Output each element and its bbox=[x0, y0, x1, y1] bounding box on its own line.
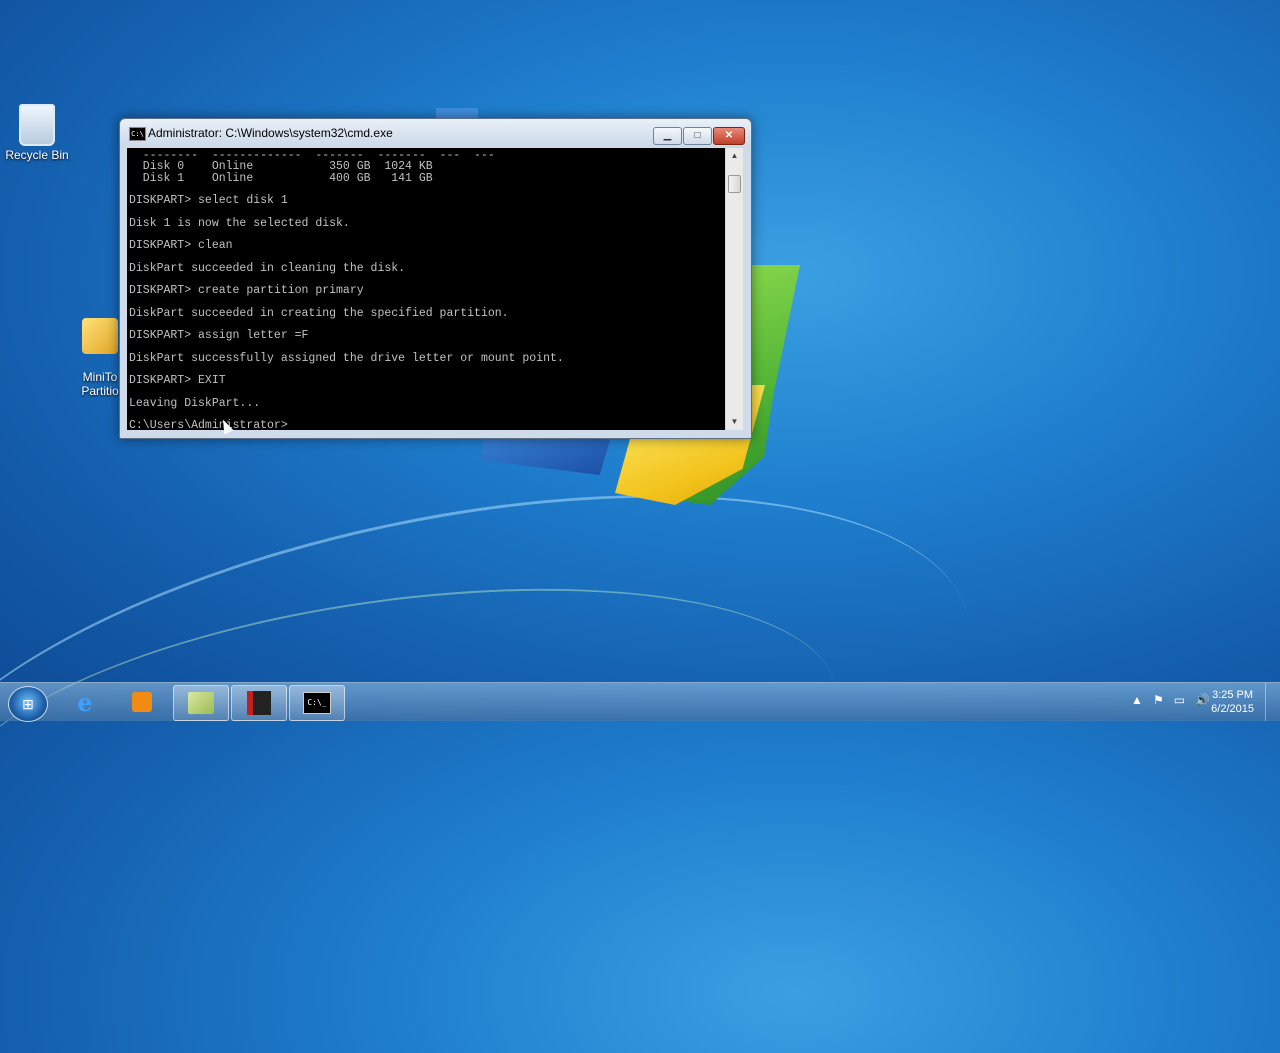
taskbar: ⊞ e C:\_ ▲ ⚑ ▭ 🔊 3:25 PM 6/2/2015 bbox=[0, 682, 1280, 722]
taskbar-item-media-player[interactable] bbox=[115, 685, 169, 719]
desktop-icon-label: Recycle Bin bbox=[5, 148, 69, 162]
recycle-bin-icon bbox=[19, 104, 55, 146]
taskbar-item-internet-explorer[interactable]: e bbox=[58, 685, 112, 719]
desktop-icon-recycle-bin[interactable]: Recycle Bin bbox=[0, 104, 74, 162]
minitool-partition-icon bbox=[82, 318, 118, 354]
cmd-icon: C:\ bbox=[129, 127, 146, 141]
cmd-window[interactable]: C:\ Administrator: C:\Windows\system32\c… bbox=[119, 118, 752, 439]
clock-date: 6/2/2015 bbox=[1211, 703, 1254, 715]
system-tray[interactable]: ▲ ⚑ ▭ 🔊 bbox=[1131, 693, 1210, 707]
console-text: -------- ------------- ------- ------- -… bbox=[129, 149, 564, 430]
windows-logo-icon: ⊞ bbox=[22, 696, 34, 712]
close-button[interactable]: ✕ bbox=[713, 127, 745, 145]
show-hidden-icons-icon[interactable]: ▲ bbox=[1131, 693, 1143, 707]
minimize-button[interactable]: ▁ bbox=[653, 127, 682, 145]
scroll-down-icon[interactable]: ▼ bbox=[726, 414, 743, 430]
console-output[interactable]: -------- ------------- ------- ------- -… bbox=[127, 148, 725, 430]
scroll-up-icon[interactable]: ▲ bbox=[726, 148, 743, 164]
camera-icon bbox=[247, 691, 271, 715]
notes-icon bbox=[188, 692, 214, 714]
start-button[interactable]: ⊞ bbox=[8, 686, 48, 722]
maximize-button[interactable]: □ bbox=[683, 127, 712, 145]
scroll-thumb[interactable] bbox=[728, 175, 741, 193]
media-player-icon bbox=[132, 692, 152, 712]
network-icon[interactable]: ▭ bbox=[1174, 693, 1185, 707]
action-center-icon[interactable]: ⚑ bbox=[1153, 693, 1164, 707]
internet-explorer-icon: e bbox=[77, 687, 93, 717]
volume-icon[interactable]: 🔊 bbox=[1195, 693, 1210, 707]
title-bar[interactable]: C:\ Administrator: C:\Windows\system32\c… bbox=[120, 119, 751, 148]
command-prompt-icon: C:\_ bbox=[303, 692, 331, 714]
window-title: Administrator: C:\Windows\system32\cmd.e… bbox=[148, 126, 393, 140]
clock-time: 3:25 PM bbox=[1212, 689, 1254, 701]
vertical-scrollbar[interactable]: ▲ ▼ bbox=[726, 148, 743, 430]
taskbar-item-camera-app[interactable] bbox=[231, 685, 287, 721]
clock[interactable]: 3:25 PM 6/2/2015 bbox=[1211, 688, 1254, 716]
taskbar-item-command-prompt[interactable]: C:\_ bbox=[289, 685, 345, 721]
taskbar-item-notes[interactable] bbox=[173, 685, 229, 721]
show-desktop-button[interactable] bbox=[1265, 683, 1280, 721]
